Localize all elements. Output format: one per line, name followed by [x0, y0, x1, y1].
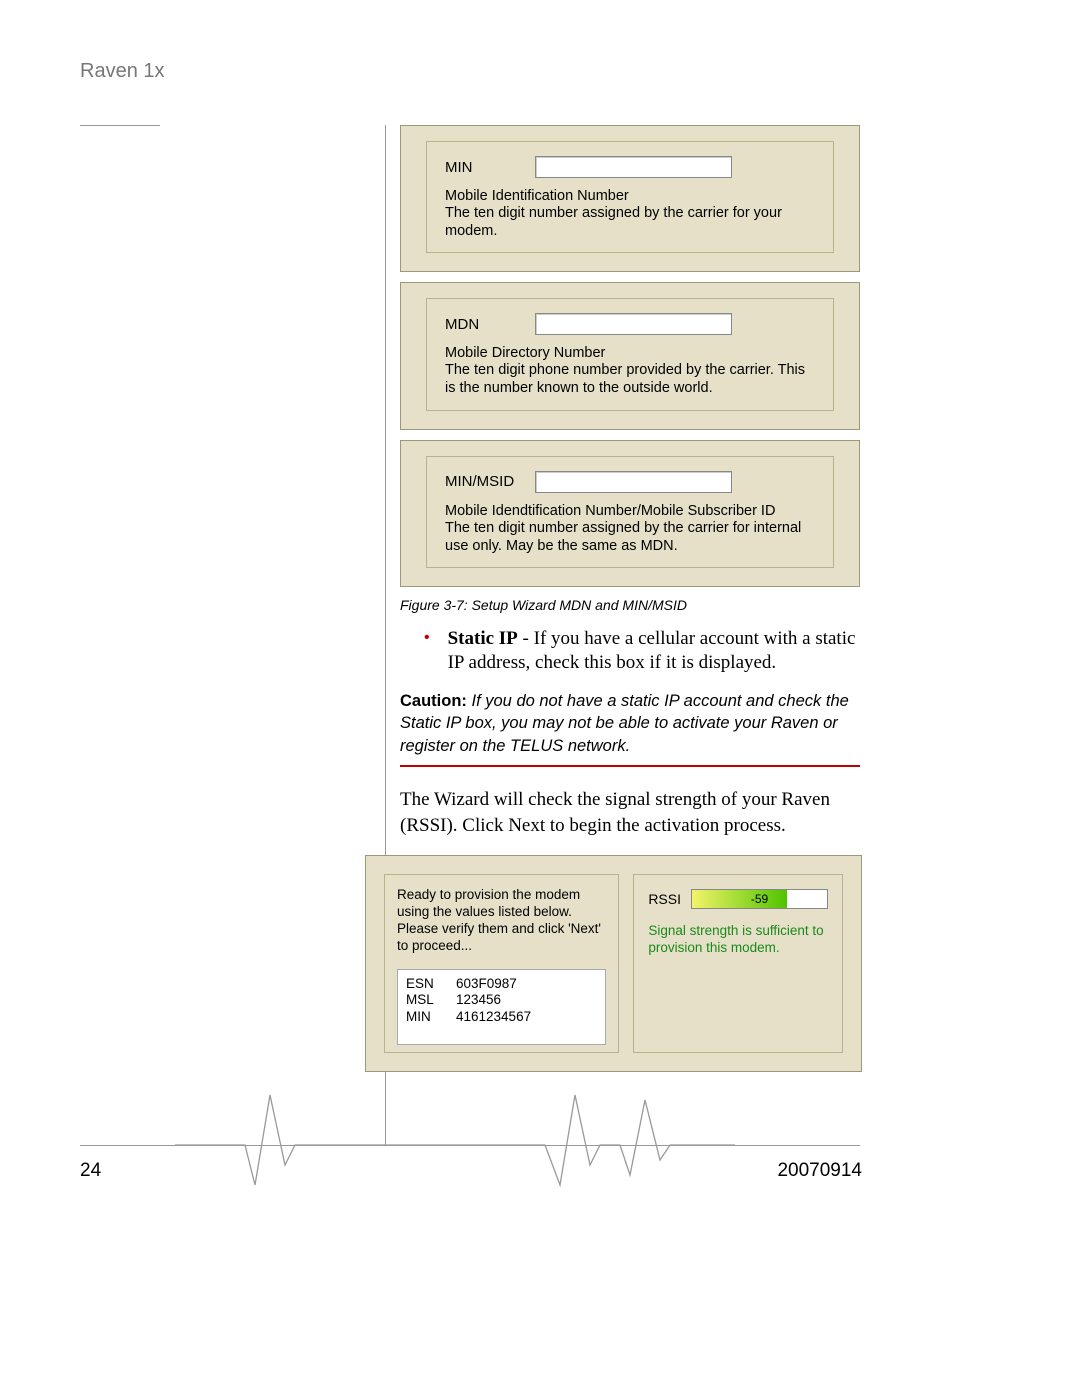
mdn-input[interactable]	[535, 313, 732, 335]
field-desc: The ten digit number assigned by the car…	[445, 204, 815, 240]
provision-key: ESN	[406, 976, 456, 993]
provision-key: MIN	[406, 1009, 456, 1026]
provision-values: ESN 603F0987 MSL 123456 MIN 4161234567	[397, 969, 606, 1046]
divider	[400, 765, 860, 767]
page-title: Raven 1x	[80, 60, 165, 83]
provision-value: 4161234567	[456, 1009, 531, 1026]
provision-panel: Ready to provision the modem using the v…	[365, 855, 862, 1072]
field-label: MIN/MSID	[445, 473, 535, 490]
provision-row: MIN 4161234567	[406, 1009, 597, 1026]
bullet: • Static IP - If you have a cellular acc…	[400, 627, 860, 676]
wizard-panel-minmsid: MIN/MSID Mobile Idendtification Number/M…	[400, 440, 860, 587]
provision-value: 603F0987	[456, 976, 517, 993]
provision-instructions: Ready to provision the modem using the v…	[397, 887, 606, 955]
provision-right: RSSI -59 Signal strength is sufficient t…	[633, 874, 843, 1053]
rssi-bar: -59	[691, 889, 828, 909]
field-desc: The ten digit number assigned by the car…	[445, 519, 815, 555]
page-number: 24	[80, 1160, 101, 1182]
min-input[interactable]	[535, 156, 732, 178]
body-paragraph: The Wizard will check the signal strengt…	[400, 787, 860, 838]
provision-key: MSL	[406, 992, 456, 1009]
rssi-label: RSSI	[648, 891, 681, 907]
bullet-bold: Static IP	[448, 628, 518, 649]
minmsid-input[interactable]	[535, 471, 732, 493]
rssi-value: -59	[692, 890, 827, 908]
rssi-message: Signal strength is sufficient to provisi…	[648, 923, 828, 957]
provision-value: 123456	[456, 992, 501, 1009]
figure-caption: Figure 3-7: Setup Wizard MDN and MIN/MSI…	[400, 597, 860, 613]
field-title: Mobile Idendtification Number/Mobile Sub…	[445, 503, 815, 519]
field-title: Mobile Identification Number	[445, 188, 815, 204]
field-title: Mobile Directory Number	[445, 345, 815, 361]
field-desc: The ten digit phone number provided by t…	[445, 361, 815, 397]
caution-block: Caution: If you do not have a static IP …	[400, 690, 860, 757]
wizard-panel-mdn: MDN Mobile Directory Number The ten digi…	[400, 282, 860, 429]
field-label: MIN	[445, 159, 535, 176]
footer-date: 20070914	[777, 1160, 862, 1182]
divider	[80, 125, 160, 126]
divider	[80, 1145, 860, 1146]
bullet-icon: •	[424, 629, 430, 676]
caution-text: If you do not have a static IP account a…	[400, 692, 849, 755]
caution-label: Caution:	[400, 692, 467, 710]
field-label: MDN	[445, 316, 535, 333]
wizard-panel-min: MIN Mobile Identification Number The ten…	[400, 125, 860, 272]
provision-row: MSL 123456	[406, 992, 597, 1009]
provision-row: ESN 603F0987	[406, 976, 597, 993]
provision-left: Ready to provision the modem using the v…	[384, 874, 619, 1053]
